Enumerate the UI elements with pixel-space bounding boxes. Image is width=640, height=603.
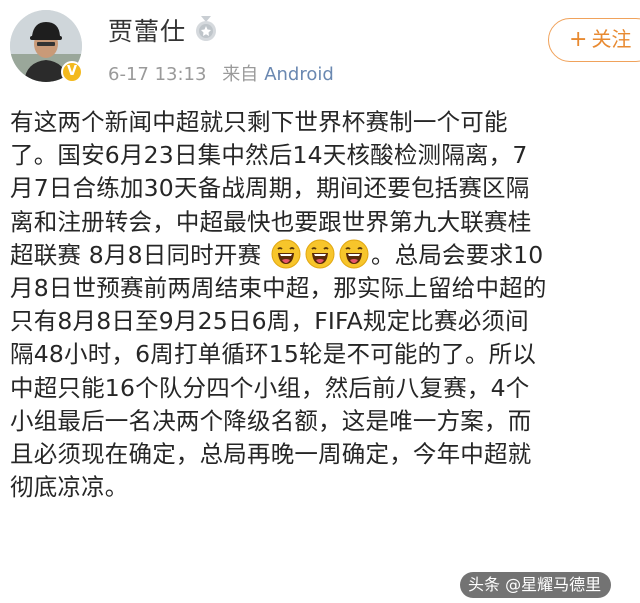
post-meta: 6-17 13:13 来自 Android bbox=[108, 60, 344, 86]
laughing-emoji bbox=[305, 239, 335, 269]
post-line: 月8日世预赛前两周结束中超，那实际上留给中超的 bbox=[10, 273, 547, 302]
post-date: 6-17 13:13 bbox=[108, 64, 207, 85]
post-line: 中超只能16个队分四个小组，然后前八复赛，4个 bbox=[10, 373, 530, 402]
post-line-text-tail: 。总局会要求10 bbox=[370, 240, 544, 269]
post-line: 隔48小时，6周打单循环15轮是不可能的了。所以 bbox=[10, 340, 537, 369]
post-source-prefix: 来自 bbox=[222, 64, 259, 85]
medal-icon bbox=[196, 16, 216, 41]
post-line-text: 超联赛 8月8日同时开赛 bbox=[10, 240, 262, 269]
post-line: 彻底凉凉。 bbox=[10, 473, 129, 502]
follow-button[interactable]: + 关注 bbox=[548, 18, 640, 62]
laughing-emoji bbox=[271, 239, 301, 269]
username[interactable]: 贾蕾仕 bbox=[108, 12, 186, 48]
verified-badge-icon: V bbox=[61, 61, 83, 83]
post-line: 了。国安6月23日集中然后14天核酸检测隔离，7 bbox=[10, 141, 528, 170]
post-line-with-emoji: 超联赛 8月8日同时开赛 。总局会要求10 bbox=[10, 239, 632, 272]
post-client[interactable]: Android bbox=[264, 64, 334, 85]
post-line: 月7日合练加30天备战周期，期间还要包括赛区隔 bbox=[10, 174, 530, 203]
plus-icon: + bbox=[569, 27, 588, 52]
post-line: 只有8月8日至9月25日6周，FIFA规定比赛必须间 bbox=[10, 307, 529, 336]
post-line: 小组最后一名决两个降级名额，这是唯一方案，而 bbox=[10, 406, 532, 435]
post-line: 且必须现在确定，总局再晚一周确定，今年中超就 bbox=[10, 439, 532, 468]
laughing-emoji bbox=[339, 239, 369, 269]
watermark: 头条 @星耀马德里 bbox=[460, 572, 612, 598]
post-line: 有这两个新闻中超就只剩下世界杯赛制一个可能 bbox=[10, 108, 508, 136]
post-body: 有这两个新闻中超就只剩下世界杯赛制一个可能 了。国安6月23日集中然后14天核酸… bbox=[10, 106, 632, 504]
follow-button-label: 关注 bbox=[591, 27, 632, 51]
post-line: 离和注册转会，中超最快也要跟世界第九大联赛桂 bbox=[10, 207, 532, 236]
